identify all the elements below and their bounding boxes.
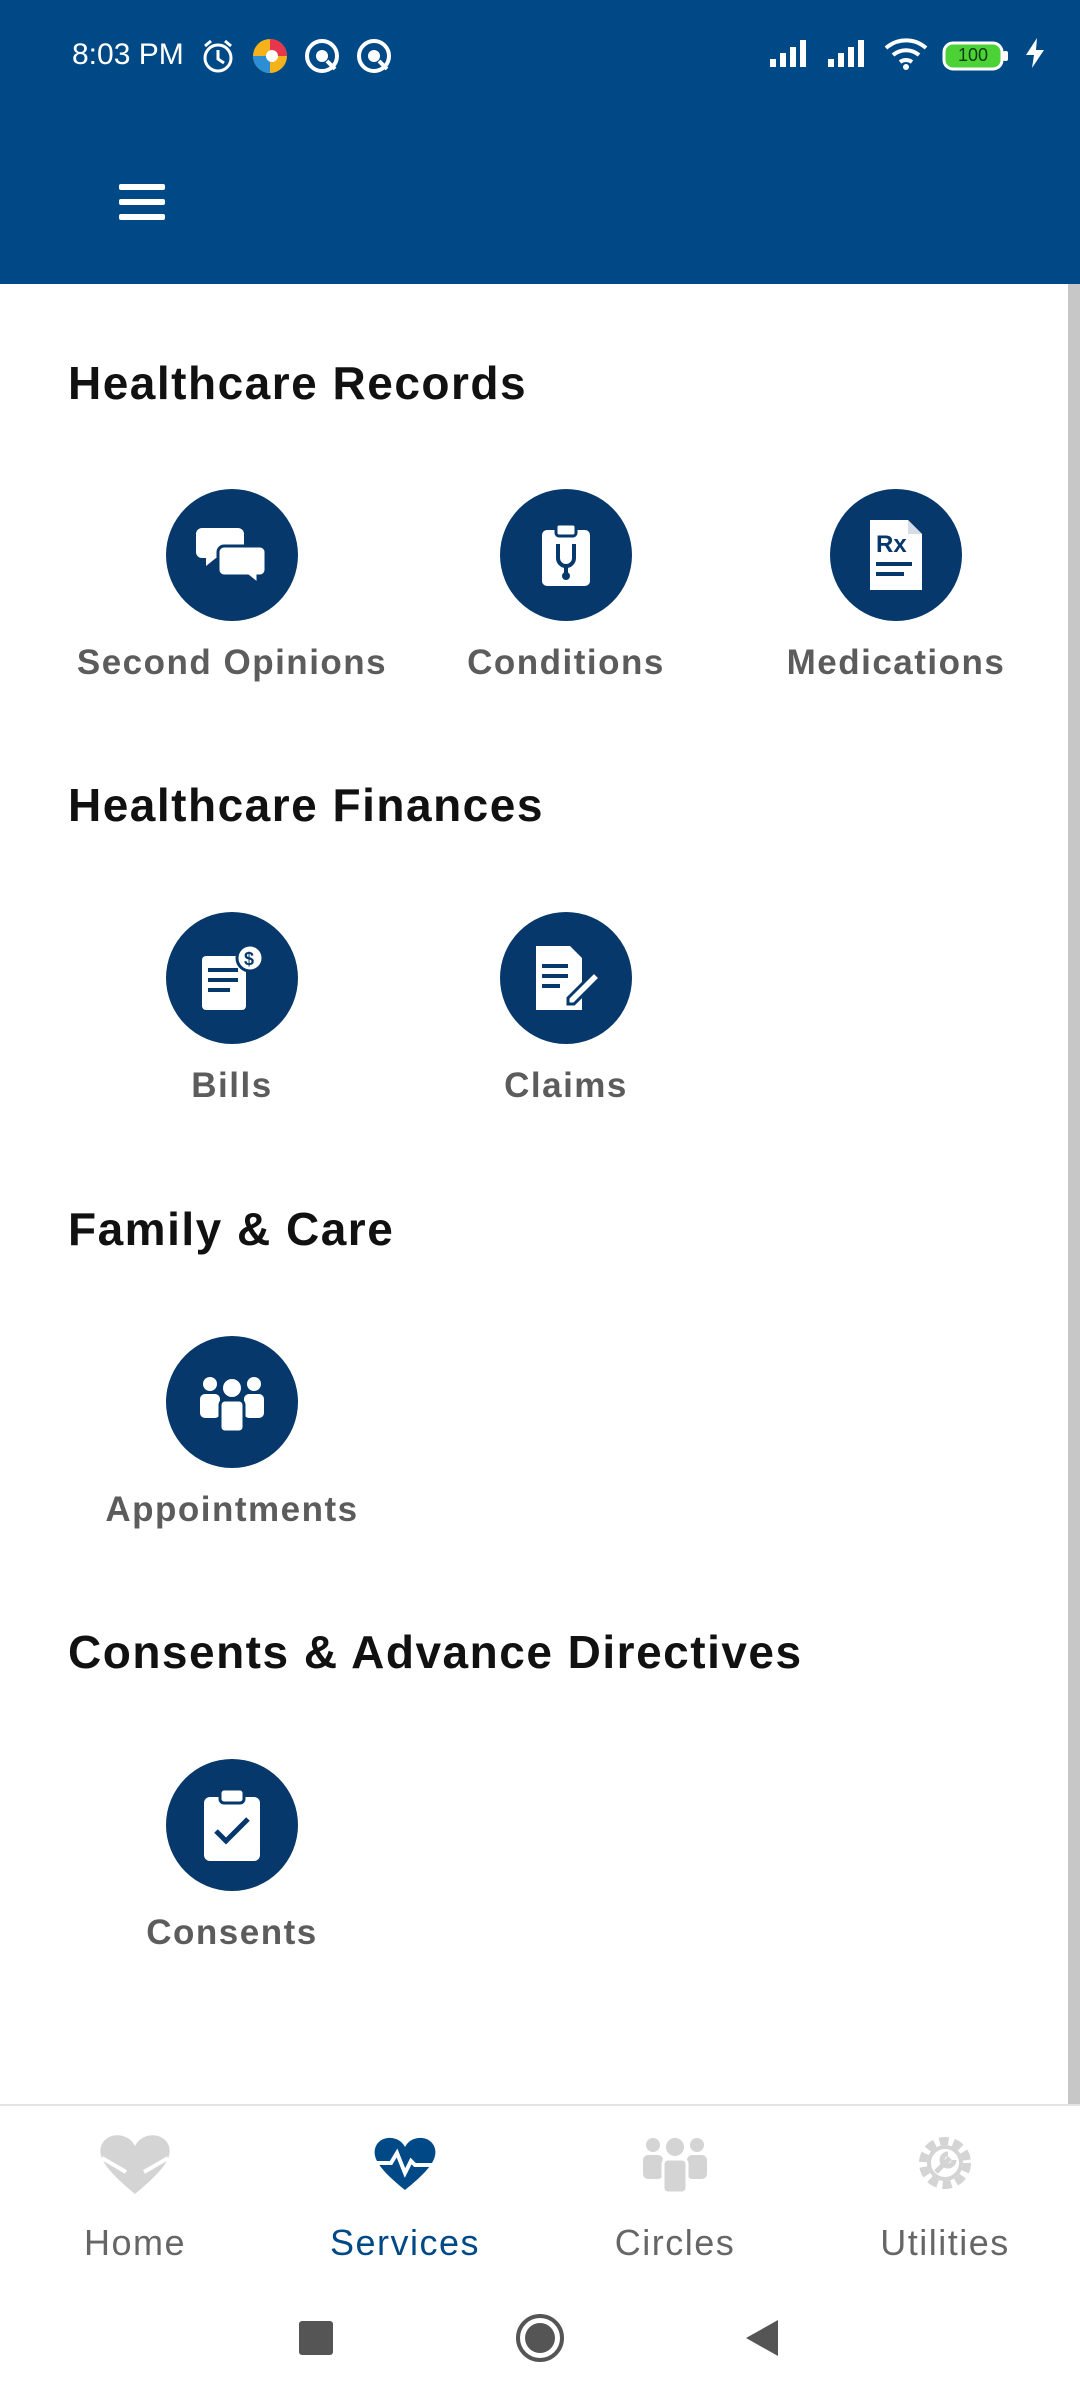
tile-icon-circle	[500, 912, 632, 1044]
back-button[interactable]	[732, 2308, 792, 2368]
section-title: Family & Care	[68, 1203, 395, 1255]
tile-medications[interactable]: Rx Medications	[731, 489, 1061, 683]
gear-wrench-icon	[919, 2137, 971, 2189]
nav-label: Home	[83, 2222, 187, 2263]
tile-appointments[interactable]: Appointments	[67, 1336, 397, 1530]
tile-label: Second Opinions	[76, 643, 388, 682]
scrollbar[interactable]	[1068, 284, 1080, 2104]
nav-item-circles[interactable]: Circles	[540, 2106, 810, 2270]
clipboard-check-icon	[204, 1787, 260, 1861]
tile-icon-circle: $	[166, 912, 298, 1044]
section-title: Healthcare Finances	[68, 779, 544, 831]
nav-label: Services	[329, 2222, 481, 2263]
heart-hands-icon	[100, 2135, 170, 2194]
nav-item-utilities[interactable]: Utilities	[810, 2106, 1080, 2270]
nav-label: Circles	[614, 2222, 736, 2263]
tile-consents[interactable]: Consents	[67, 1759, 397, 1953]
prescription-icon: Rx	[870, 520, 922, 590]
tile-icon-circle: Rx	[830, 489, 962, 621]
tile-bills[interactable]: $ Bills	[67, 912, 397, 1106]
svg-text:$: $	[244, 949, 254, 969]
battery-level: 100	[957, 44, 989, 65]
heart-pulse-icon	[373, 2137, 437, 2190]
services-content: Healthcare Records Second Opinions Condi…	[0, 284, 1068, 2104]
tile-icon-circle	[166, 1759, 298, 1891]
people-group-icon	[643, 2138, 707, 2195]
tile-icon-circle	[166, 1336, 298, 1468]
app-bar	[0, 120, 1080, 284]
tile-label: Medications	[786, 643, 1006, 682]
tile-label: Conditions	[467, 643, 665, 682]
charging-icon	[1024, 37, 1046, 74]
tile-conditions[interactable]: Conditions	[401, 489, 731, 683]
claim-edit-icon	[536, 946, 602, 1010]
tile-label: Appointments	[105, 1490, 359, 1529]
bottom-navigation: Home Services Circles Utilities	[0, 2104, 1080, 2270]
section-title: Healthcare Records	[68, 357, 528, 409]
tile-icon-circle	[166, 489, 298, 621]
menu-button[interactable]	[100, 160, 184, 244]
home-circle-icon	[516, 2314, 564, 2362]
signal-icon	[826, 37, 870, 74]
status-left-icons	[198, 36, 394, 81]
svg-text:Rx: Rx	[876, 531, 907, 558]
people-group-icon	[200, 1377, 264, 1434]
nav-label: Utilities	[880, 2222, 1010, 2263]
status-time: 8:03 PM	[72, 38, 184, 71]
tile-label: Consents	[146, 1913, 318, 1952]
system-navigation	[0, 2268, 1080, 2400]
app-icon-2	[354, 36, 394, 81]
clipboard-stethoscope-icon	[542, 522, 590, 586]
nav-item-home[interactable]: Home	[0, 2106, 270, 2270]
recents-button[interactable]	[286, 2308, 346, 2368]
bill-dollar-icon: $	[202, 943, 265, 1010]
alarm-icon	[198, 36, 238, 81]
nav-item-services[interactable]: Services	[270, 2106, 540, 2270]
tile-second-opinions[interactable]: Second Opinions	[67, 489, 397, 683]
menu-icon	[119, 184, 165, 220]
app-icon-colorful	[250, 36, 290, 81]
status-right-icons: 100	[768, 36, 1046, 75]
tile-label: Bills	[191, 1066, 273, 1105]
tile-label: Claims	[504, 1066, 628, 1105]
section-title: Consents & Advance Directives	[68, 1626, 803, 1678]
app-icon-1	[302, 36, 342, 81]
tile-claims[interactable]: Claims	[401, 912, 731, 1106]
home-button[interactable]	[510, 2308, 570, 2368]
wifi-icon	[884, 36, 928, 75]
back-triangle-icon	[746, 2320, 778, 2356]
status-bar: 8:03 PM 100	[0, 0, 1080, 120]
recents-icon	[299, 2321, 333, 2355]
battery-icon: 100	[942, 41, 1010, 71]
signal-icon	[768, 37, 812, 74]
chat-bubbles-icon	[196, 528, 268, 588]
tile-icon-circle	[500, 489, 632, 621]
